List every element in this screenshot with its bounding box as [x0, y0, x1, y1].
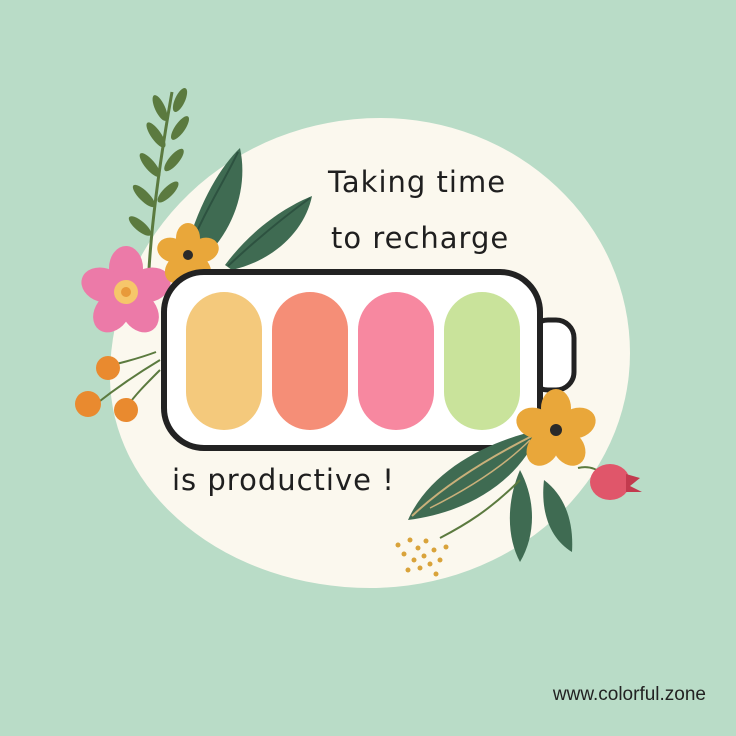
- poster-canvas: Taking time to recharge is productive ! …: [0, 0, 736, 736]
- illustration: [75, 88, 642, 577]
- pink-flower-icon: [81, 246, 171, 333]
- headline-line-3: is productive !: [172, 463, 395, 497]
- website-url[interactable]: www.colorful.zone: [553, 684, 706, 706]
- headline-line-1: Taking time: [328, 165, 507, 199]
- red-rosehip-icon: [577, 464, 642, 500]
- battery-cell: [444, 292, 520, 430]
- battery-cell: [358, 292, 434, 430]
- battery-cell: [186, 292, 262, 430]
- battery-cell: [272, 292, 348, 430]
- orange-berries-icon: [75, 351, 161, 422]
- battery-icon: [161, 269, 577, 451]
- headline-line-2: to recharge: [331, 221, 510, 255]
